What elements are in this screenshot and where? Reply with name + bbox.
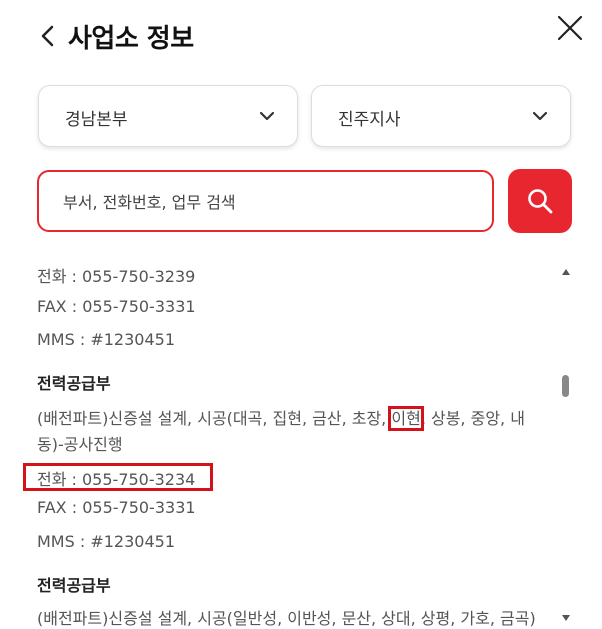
search-button[interactable] bbox=[508, 169, 572, 233]
top-mms: MMS : #1230451 bbox=[37, 330, 175, 349]
dept-mms: MMS : #1230451 bbox=[37, 532, 175, 551]
branch-select-value: 진주지사 bbox=[338, 110, 401, 130]
chevron-down-icon bbox=[532, 111, 548, 121]
header: 사업소 정보 bbox=[0, 0, 602, 80]
top-phone: 전화 : 055-750-3239 bbox=[37, 267, 196, 286]
scroll-down-arrow-icon[interactable] bbox=[561, 614, 571, 622]
page-title: 사업소 정보 bbox=[68, 24, 194, 54]
search-icon bbox=[528, 189, 553, 214]
dept-name: 전력공급부 bbox=[37, 374, 111, 393]
scroll-up-arrow-icon[interactable] bbox=[561, 268, 571, 276]
dept-phone[interactable]: 전화 : 055-750-3234 bbox=[37, 466, 195, 490]
desc-text: (배전파트)신증설 설계, 시공(대곡, 집현, 금산, 초장, bbox=[37, 409, 392, 428]
search-input[interactable] bbox=[61, 186, 475, 218]
dept-description: (배전파트)신증설 설계, 시공(일반성, 이반성, 문산, 상대, 상평, 가… bbox=[37, 609, 536, 628]
highlighted-term: 이현 bbox=[388, 406, 424, 431]
dept-description-cont: 동)-공사진행 bbox=[37, 435, 123, 454]
branch-select[interactable]: 진주지사 bbox=[311, 85, 571, 147]
dept-fax: FAX : 055-750-3331 bbox=[37, 498, 196, 517]
scrollbar-thumb[interactable] bbox=[562, 375, 569, 397]
close-icon[interactable] bbox=[556, 14, 584, 42]
region-select[interactable]: 경남본부 bbox=[38, 85, 298, 147]
region-select-value: 경남본부 bbox=[65, 110, 128, 130]
top-fax: FAX : 055-750-3331 bbox=[37, 297, 196, 316]
search-box bbox=[37, 170, 494, 232]
dept-name: 전력공급부 bbox=[37, 576, 111, 595]
desc-text: , 상봉, 중앙, 내 bbox=[420, 409, 525, 428]
chevron-down-icon bbox=[259, 111, 275, 121]
dept-description: (배전파트)신증설 설계, 시공(대곡, 집현, 금산, 초장, 이현, 상봉,… bbox=[37, 405, 525, 431]
back-arrow-icon[interactable] bbox=[36, 22, 60, 50]
